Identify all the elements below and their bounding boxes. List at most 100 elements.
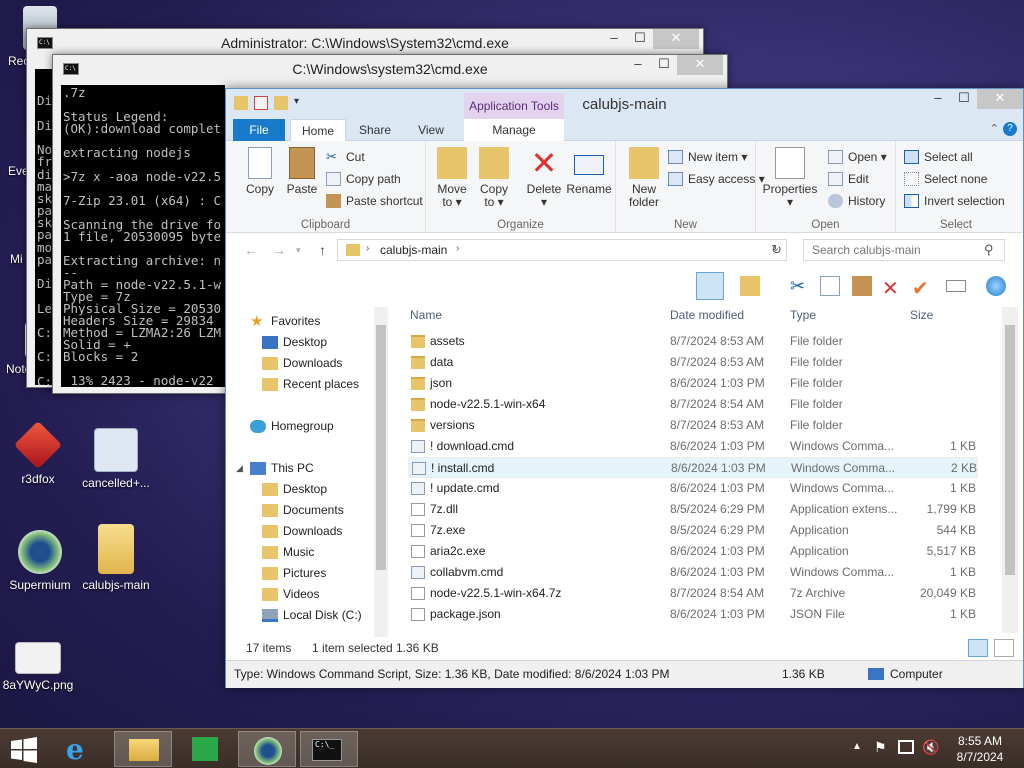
table-row[interactable]: node-v22.5.1-win-x64 8/7/2024 8:54 AM File… xyxy=(408,394,978,415)
cut-icon[interactable]: ✂ xyxy=(790,276,810,296)
flag-icon[interactable]: ⚑ xyxy=(874,739,887,756)
explorer-window[interactable]: ▾ Application Tools calubjs-main – ☐ ✕ F… xyxy=(225,88,1024,688)
history-button[interactable]: History xyxy=(828,191,885,211)
column-date-modified[interactable]: Date modified xyxy=(670,303,744,327)
collapse-ribbon-icon[interactable]: ⌃ xyxy=(990,122,999,135)
rename-button[interactable]: Rename xyxy=(566,147,612,196)
breadcrumb-separator-icon[interactable]: › xyxy=(366,243,369,254)
table-row[interactable]: data 8/7/2024 8:53 AM File folder xyxy=(408,352,978,373)
folder-options-icon[interactable] xyxy=(740,276,760,296)
network-icon[interactable] xyxy=(898,740,914,754)
properties-button[interactable]: Properties ▾ xyxy=(760,147,820,209)
help-icon[interactable]: ? xyxy=(1003,122,1017,136)
column-size[interactable]: Size xyxy=(910,303,933,327)
desktop-icon-png[interactable]: 8aYWyC.png xyxy=(0,642,76,692)
search-input[interactable]: Search calubjs-main xyxy=(803,239,1005,261)
copy-button[interactable]: Copy xyxy=(240,147,280,196)
table-row[interactable]: ! update.cmd 8/6/2024 1:03 PM Windows Comm… xyxy=(408,478,978,499)
globe-icon[interactable] xyxy=(986,276,1006,296)
start-button[interactable] xyxy=(0,731,48,767)
cut-button[interactable]: ✂ Cut xyxy=(326,147,365,167)
column-type[interactable]: Type xyxy=(790,303,816,327)
easy-access-button[interactable]: Easy access ▾ xyxy=(668,169,765,189)
desktop-icon-calubjs-main[interactable]: calubjs-main xyxy=(78,524,154,592)
nav-recent-places[interactable]: Recent places xyxy=(262,374,359,395)
cmd-titlebar[interactable]: C:\Windows\system32\cmd.exe – ☐ ✕ xyxy=(53,55,727,83)
minimize-button[interactable]: – xyxy=(625,55,651,75)
close-button[interactable]: ✕ xyxy=(677,55,723,75)
copy-icon[interactable] xyxy=(820,276,840,296)
preview-pane-icon[interactable] xyxy=(696,272,724,300)
open-button[interactable]: Open ▾ xyxy=(828,147,887,167)
search-icon[interactable]: ⚲ xyxy=(984,242,994,258)
maximize-button[interactable]: ☐ xyxy=(951,89,977,109)
nav-downloads[interactable]: Downloads xyxy=(262,353,342,374)
collapse-arrow-icon[interactable]: ◢ xyxy=(236,458,243,479)
rename-icon[interactable] xyxy=(946,280,966,292)
delete-button[interactable]: ✕ Delete ▾ xyxy=(522,147,566,209)
tab-manage[interactable]: Manage xyxy=(464,119,564,141)
large-icons-view-icon[interactable] xyxy=(994,639,1014,657)
breadcrumb-chevron-icon[interactable]: › xyxy=(456,243,459,254)
table-row[interactable]: ! download.cmd 8/6/2024 1:03 PM Windows Co… xyxy=(408,436,978,457)
table-row[interactable]: 7z.dll 8/5/2024 6:29 PM Application extens… xyxy=(408,499,978,520)
table-row[interactable]: versions 8/7/2024 8:53 AM File folder xyxy=(408,415,978,436)
show-hidden-icons-icon[interactable]: ▲ xyxy=(852,741,862,752)
tab-home[interactable]: Home xyxy=(290,119,346,142)
copy-path-button[interactable]: Copy path xyxy=(326,169,401,189)
details-view-icon[interactable] xyxy=(968,639,988,657)
minimize-button[interactable]: – xyxy=(601,29,627,49)
desktop-icon-supermium[interactable]: Supermium xyxy=(2,530,78,592)
nav-scrollbar[interactable] xyxy=(374,307,388,637)
table-row[interactable]: aria2c.exe 8/6/2024 1:03 PM Application 5,5… xyxy=(408,541,978,562)
table-row[interactable]: 7z.exe 8/5/2024 6:29 PM Application 544 KB xyxy=(408,520,978,541)
table-row[interactable]: collabvm.cmd 8/6/2024 1:03 PM Windows Comm… xyxy=(408,562,978,583)
desktop-icon-cancelled[interactable]: cancelled+... xyxy=(78,428,154,490)
paste-button[interactable]: Paste xyxy=(282,147,322,196)
recent-locations-icon[interactable]: ▾ xyxy=(296,245,301,256)
table-row[interactable]: assets 8/7/2024 8:53 AM File folder xyxy=(408,331,978,352)
nav-pictures[interactable]: Pictures xyxy=(262,563,326,584)
volume-muted-icon[interactable]: 🔇 xyxy=(922,739,939,756)
nav-local-disk[interactable]: Local Disk (C:) xyxy=(262,605,362,626)
nav-pc-downloads[interactable]: Downloads xyxy=(262,521,342,542)
up-arrow-icon[interactable]: ↑ xyxy=(319,242,326,258)
tab-share[interactable]: Share xyxy=(350,119,400,141)
nav-scrollbar-thumb[interactable] xyxy=(376,325,386,570)
breadcrumb-calubjs-main[interactable]: calubjs-main xyxy=(380,243,447,257)
taskbar-file-explorer[interactable] xyxy=(114,731,172,767)
nav-desktop[interactable]: Desktop xyxy=(262,332,327,353)
move-to-button[interactable]: Move to ▾ xyxy=(432,147,472,209)
delete-icon[interactable]: ✕ xyxy=(882,276,902,300)
edit-button[interactable]: Edit xyxy=(828,169,869,189)
cmd-console[interactable]: .7z Status Legend: (OK):download complet… xyxy=(61,85,225,387)
taskbar-cmd[interactable]: C:\_ xyxy=(300,731,358,767)
new-folder-button[interactable]: New folder xyxy=(622,147,666,209)
forward-arrow-icon[interactable]: → xyxy=(272,242,286,258)
refresh-icon[interactable]: ↻ xyxy=(771,242,782,258)
cmd-admin-titlebar[interactable]: Administrator: C:\Windows\System32\cmd.e… xyxy=(27,29,703,57)
nav-pc-desktop[interactable]: Desktop xyxy=(262,479,327,500)
checkmark-icon[interactable]: ✔ xyxy=(912,276,932,300)
taskbar-internet-explorer[interactable]: e xyxy=(52,731,110,767)
file-scrollbar[interactable] xyxy=(1002,307,1018,633)
select-all-button[interactable]: Select all xyxy=(904,147,973,167)
tab-file[interactable]: File xyxy=(233,119,285,141)
close-button[interactable]: ✕ xyxy=(653,29,699,49)
select-none-button[interactable]: Select none xyxy=(904,169,987,189)
taskbar-supermium[interactable] xyxy=(238,731,296,767)
close-button[interactable]: ✕ xyxy=(977,89,1023,109)
maximize-button[interactable]: ☐ xyxy=(627,29,653,49)
nav-documents[interactable]: Documents xyxy=(262,500,344,521)
nav-favorites[interactable]: ★ Favorites xyxy=(250,311,320,332)
explorer-titlebar[interactable]: ▾ Application Tools calubjs-main – ☐ ✕ xyxy=(226,89,1023,119)
address-bar[interactable]: › calubjs-main › ⌄ xyxy=(337,239,787,261)
nav-videos[interactable]: Videos xyxy=(262,584,319,605)
back-arrow-icon[interactable]: ← xyxy=(244,242,258,258)
taskbar-store[interactable] xyxy=(176,731,234,767)
desktop-icon-r3dfox[interactable]: r3dfox xyxy=(0,420,76,486)
table-row[interactable]: package.json 8/6/2024 1:03 PM JSON File 1 K… xyxy=(408,604,978,625)
table-row[interactable]: node-v22.5.1-win-x64.7z 8/7/2024 8:54 AM 7… xyxy=(408,583,978,604)
maximize-button[interactable]: ☐ xyxy=(651,55,677,75)
nav-homegroup[interactable]: Homegroup xyxy=(250,416,334,437)
